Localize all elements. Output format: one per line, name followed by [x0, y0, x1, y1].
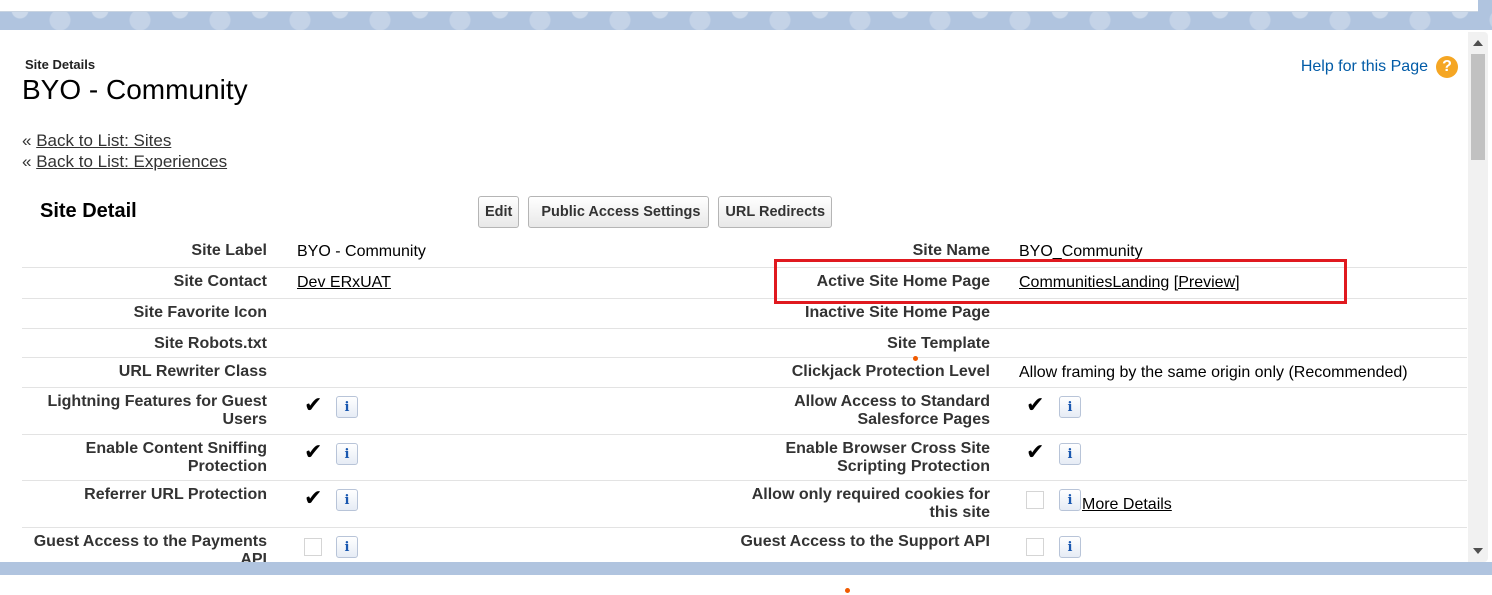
cursor-dot [845, 588, 850, 593]
field-label: Lightning Features for Guest Users [47, 393, 267, 428]
field-label: Guest Access to the Payments API [33, 533, 267, 562]
info-icon[interactable]: i [1059, 536, 1081, 558]
field-label: Allow Access to Standard Salesforce Page… [794, 393, 990, 428]
info-icon[interactable]: i [336, 443, 358, 465]
site-contact-link[interactable]: Dev ERxUAT [297, 274, 391, 292]
checkmark-icon: ✔ [304, 485, 323, 510]
field-label: Allow only required cookies for this sit… [751, 486, 990, 521]
field-label: Clickjack Protection Level [791, 363, 990, 380]
cursor-dot [913, 356, 918, 361]
detail-row: Guest Access to the Payments API i Guest… [22, 528, 1467, 562]
field-label: URL Rewriter Class [118, 363, 267, 380]
scroll-thumb[interactable] [1471, 54, 1485, 160]
info-icon[interactable]: i [1059, 396, 1081, 418]
url-redirects-button[interactable]: URL Redirects [718, 196, 833, 228]
button-bar: Edit Public Access Settings URL Redirect… [478, 196, 833, 228]
info-icon[interactable]: i [336, 396, 358, 418]
unchecked-checkbox [304, 538, 322, 556]
page-title: BYO - Community [22, 74, 248, 105]
back-to-sites-link[interactable]: Back to List: Sites [36, 131, 171, 150]
public-access-settings-button[interactable]: Public Access Settings [528, 196, 710, 228]
field-label: Site Robots.txt [154, 335, 267, 352]
info-icon[interactable]: i [1059, 489, 1081, 511]
field-label: Site Label [191, 242, 267, 259]
field-label: Inactive Site Home Page [805, 304, 990, 321]
checkmark-icon: ✔ [304, 439, 323, 464]
detail-row: Lightning Features for Guest Users ✔ i A… [22, 388, 1467, 435]
detail-row: URL Rewriter Class Clickjack Protection … [22, 358, 1467, 388]
checkmark-icon: ✔ [1026, 439, 1045, 464]
more-details-link[interactable]: More Details [1082, 496, 1172, 514]
field-label: Enable Content Sniffing Protection [85, 440, 267, 475]
checkmark-icon: ✔ [304, 392, 323, 417]
info-icon[interactable]: i [336, 489, 358, 511]
detail-row: Enable Content Sniffing Protection ✔ i E… [22, 435, 1467, 481]
edit-button[interactable]: Edit [478, 196, 520, 228]
vertical-scrollbar[interactable] [1468, 32, 1488, 562]
back-links: « Back to List: Sites « Back to List: Ex… [22, 130, 227, 172]
field-value: Allow framing by the same origin only (R… [1019, 364, 1408, 381]
detail-row: Site Robots.txt Site Template [22, 329, 1467, 358]
field-label: Site Favorite Icon [133, 304, 267, 321]
scroll-up-icon[interactable] [1473, 40, 1483, 46]
checkmark-icon: ✔ [1026, 392, 1045, 417]
info-icon[interactable]: i [1059, 443, 1081, 465]
back-prefix: « [22, 152, 32, 171]
back-prefix: « [22, 131, 32, 150]
top-bar [0, 0, 1478, 12]
field-label: Site Template [887, 335, 990, 352]
unchecked-checkbox [1026, 491, 1044, 509]
question-icon[interactable]: ? [1436, 56, 1458, 78]
detail-row: Referrer URL Protection ✔ i Allow only r… [22, 481, 1467, 528]
help-for-this-page[interactable]: Help for this Page ? [1301, 56, 1458, 78]
field-label: Guest Access to the Support API [740, 533, 990, 550]
page-background-bottom [0, 562, 1492, 575]
field-label: Referrer URL Protection [84, 486, 267, 503]
field-label: Site Name [912, 242, 990, 259]
unchecked-checkbox [1026, 538, 1044, 556]
help-link[interactable]: Help for this Page [1301, 58, 1428, 76]
field-label: Site Contact [173, 273, 267, 290]
annotation-highlight-box [774, 259, 1347, 304]
site-details-panel: Site Details BYO - Community Help for th… [4, 32, 1488, 562]
field-value: BYO - Community [297, 243, 426, 260]
page-subtitle: Site Details [25, 57, 96, 72]
section-title: Site Detail [40, 200, 137, 222]
scroll-down-icon[interactable] [1473, 548, 1483, 554]
info-icon[interactable]: i [336, 536, 358, 558]
page-footer-area [0, 575, 1492, 595]
field-label: Enable Browser Cross Site Scripting Prot… [785, 440, 990, 475]
back-to-experiences-link[interactable]: Back to List: Experiences [36, 152, 227, 171]
